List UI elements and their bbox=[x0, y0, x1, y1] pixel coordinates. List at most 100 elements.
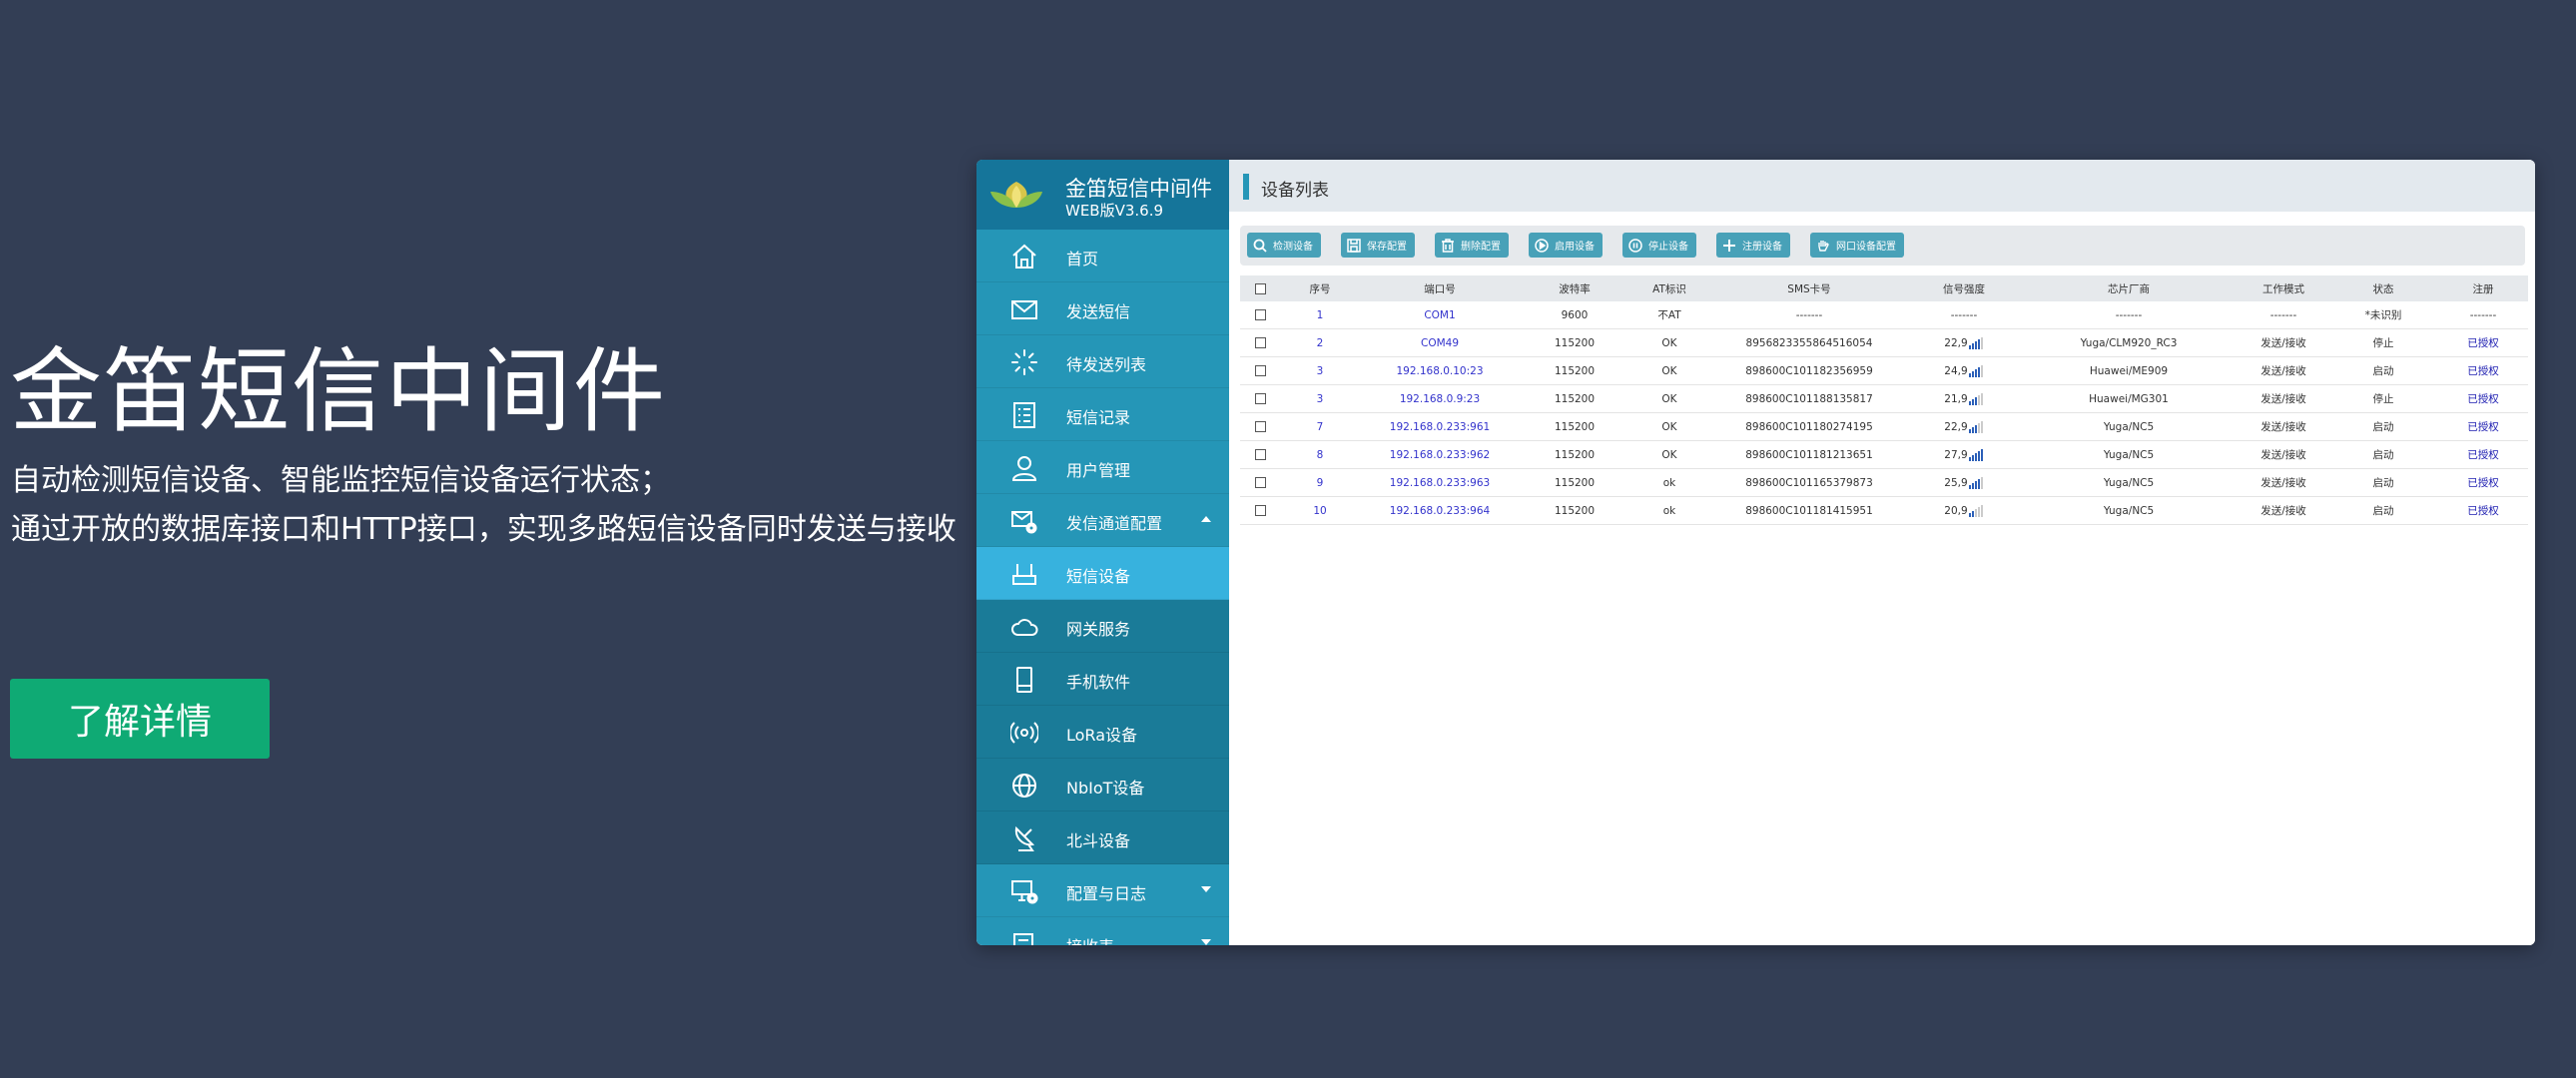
sidebar-menu: 首页 发送短信 待发送列表 短信记录 用户管理 发信通道配置 短信设备 网关服务… bbox=[976, 230, 1229, 945]
table-row[interactable]: 9 192.168.0.233:963 115200 ok 898600C1011653… bbox=[1240, 468, 2528, 497]
baud-cell: 115200 bbox=[1520, 468, 1629, 497]
sms-card-cell: 898600C101181213651 bbox=[1709, 440, 1909, 469]
table-row[interactable]: 2 COM49 115200 OK 8956823355864516054 22,9 Yug… bbox=[1240, 328, 2528, 357]
signal-bars-icon bbox=[1968, 476, 1984, 489]
register-device-button[interactable]: 注册设备 bbox=[1716, 233, 1790, 258]
user-icon bbox=[1011, 456, 1037, 481]
authorized-link[interactable]: 已授权 bbox=[2467, 449, 2499, 461]
table-row[interactable]: 8 192.168.0.233:962 115200 OK 898600C1011812… bbox=[1240, 440, 2528, 469]
authorized-link[interactable]: 已授权 bbox=[2467, 477, 2499, 489]
row-number: 3 bbox=[1280, 384, 1360, 413]
sidebar-item-home[interactable]: 首页 bbox=[976, 230, 1229, 282]
table-row[interactable]: 1 COM1 9600 不AT ------- ------- ------- -------… bbox=[1240, 301, 2528, 329]
baud-cell: 9600 bbox=[1520, 301, 1629, 329]
port-cell[interactable]: COM1 bbox=[1360, 301, 1520, 329]
sidebar-item-mobile-software[interactable]: 手机软件 bbox=[976, 653, 1229, 706]
sidebar-item-gateway-service[interactable]: 网关服务 bbox=[976, 600, 1229, 653]
sidebar-item-pending-list[interactable]: 待发送列表 bbox=[976, 335, 1229, 388]
sidebar-item-user-management[interactable]: 用户管理 bbox=[976, 441, 1229, 494]
sidebar-item-receive-table[interactable]: 接收表 bbox=[976, 917, 1229, 945]
at-cell: OK bbox=[1629, 384, 1709, 413]
register-cell: 已授权 bbox=[2438, 468, 2528, 497]
toolbar: 检测设备 保存配置 删除配置 启用设备 停止设备 注册设备 网口设备配置 bbox=[1240, 226, 2525, 266]
title-accent bbox=[1243, 174, 1249, 200]
authorized-link[interactable]: 已授权 bbox=[2467, 337, 2499, 349]
table-row[interactable]: 10 192.168.0.233:964 115200 ok 898600C101181… bbox=[1240, 496, 2528, 525]
at-cell: ok bbox=[1629, 468, 1709, 497]
chevron-down-icon bbox=[1201, 939, 1211, 945]
column-header: SMS卡号 bbox=[1709, 275, 1909, 301]
row-checkbox[interactable] bbox=[1240, 384, 1280, 413]
hero-title: 金笛短信中间件 bbox=[10, 338, 668, 445]
learn-more-button[interactable]: 了解详情 bbox=[10, 679, 270, 759]
at-cell: OK bbox=[1629, 440, 1709, 469]
port-cell[interactable]: 192.168.0.10:23 bbox=[1360, 356, 1520, 385]
signal-cell: 25,9 bbox=[1909, 468, 2019, 497]
row-checkbox[interactable] bbox=[1240, 356, 1280, 385]
sidebar-item-channel-config[interactable]: 发信通道配置 bbox=[976, 494, 1229, 547]
stop-device-button[interactable]: 停止设备 bbox=[1622, 233, 1696, 258]
sidebar-item-sms-records[interactable]: 短信记录 bbox=[976, 388, 1229, 441]
sidebar-item-label: 发信通道配置 bbox=[1066, 514, 1163, 533]
table-row[interactable]: 7 192.168.0.233:961 115200 OK 898600C1011802… bbox=[1240, 412, 2528, 441]
signal-value: 24,9 bbox=[1944, 364, 1968, 377]
signal-value: 25,9 bbox=[1944, 476, 1968, 489]
column-header: 状态 bbox=[2328, 275, 2438, 301]
mode-cell: 发送/接收 bbox=[2239, 440, 2328, 469]
port-cell[interactable]: COM49 bbox=[1360, 328, 1520, 357]
delete-config-button[interactable]: 删除配置 bbox=[1435, 233, 1509, 258]
globe-icon bbox=[1012, 774, 1036, 798]
signal-icon bbox=[1010, 722, 1038, 744]
column-header: AT标识 bbox=[1629, 275, 1709, 301]
signal-bars-icon bbox=[1968, 364, 1984, 377]
table-row[interactable]: 3 192.168.0.10:23 115200 OK 898600C101182356… bbox=[1240, 356, 2528, 385]
save-config-button[interactable]: 保存配置 bbox=[1341, 233, 1415, 258]
row-checkbox[interactable] bbox=[1240, 301, 1280, 329]
signal-value: 22,9 bbox=[1944, 336, 1968, 349]
enable-device-button[interactable]: 启用设备 bbox=[1529, 233, 1603, 258]
port-cell[interactable]: 192.168.0.9:23 bbox=[1360, 384, 1520, 413]
sidebar-item-beidou-devices[interactable]: 北斗设备 bbox=[976, 811, 1229, 864]
home-icon bbox=[1012, 244, 1036, 269]
sidebar-item-send-sms[interactable]: 发送短信 bbox=[976, 282, 1229, 335]
port-cell[interactable]: 192.168.0.233:963 bbox=[1360, 468, 1520, 497]
authorized-link[interactable]: 已授权 bbox=[2467, 365, 2499, 377]
baud-cell: 115200 bbox=[1520, 440, 1629, 469]
brand-header: 金笛短信中间件 WEB版V3.6.9 bbox=[976, 160, 1229, 230]
select-all-checkbox[interactable] bbox=[1240, 275, 1280, 301]
sidebar-item-nbiot-devices[interactable]: NbIoT设备 bbox=[976, 759, 1229, 811]
button-label: 删除配置 bbox=[1461, 242, 1501, 253]
table-row[interactable]: 3 192.168.0.9:23 115200 OK 898600C1011881358… bbox=[1240, 384, 2528, 413]
button-label: 检测设备 bbox=[1273, 242, 1313, 253]
sidebar-item-sms-devices[interactable]: 短信设备 bbox=[976, 547, 1229, 600]
row-checkbox[interactable] bbox=[1240, 412, 1280, 441]
port-cell[interactable]: 192.168.0.233:962 bbox=[1360, 440, 1520, 469]
vendor-cell: Yuga/CLM920_RC3 bbox=[2019, 328, 2239, 357]
port-cell[interactable]: 192.168.0.233:961 bbox=[1360, 412, 1520, 441]
sidebar: 金笛短信中间件 WEB版V3.6.9 首页 发送短信 待发送列表 短信记录 用户… bbox=[976, 160, 1229, 945]
detect-devices-button[interactable]: 检测设备 bbox=[1247, 233, 1321, 258]
sidebar-item-lora-devices[interactable]: LoRa设备 bbox=[976, 706, 1229, 759]
authorized-link[interactable]: 已授权 bbox=[2467, 421, 2499, 433]
authorized-link[interactable]: 已授权 bbox=[2467, 393, 2499, 405]
modem-icon bbox=[1012, 564, 1036, 585]
row-checkbox[interactable] bbox=[1240, 440, 1280, 469]
row-number: 10 bbox=[1280, 496, 1360, 525]
port-cell[interactable]: 192.168.0.233:964 bbox=[1360, 496, 1520, 525]
column-header: 波特率 bbox=[1520, 275, 1629, 301]
network-device-config-button[interactable]: 网口设备配置 bbox=[1810, 233, 1904, 258]
search-icon bbox=[1253, 239, 1267, 253]
authorized-link[interactable]: 已授权 bbox=[2467, 505, 2499, 517]
signal-cell: 20,9 bbox=[1909, 496, 2019, 525]
mode-cell: 发送/接收 bbox=[2239, 468, 2328, 497]
row-checkbox[interactable] bbox=[1240, 468, 1280, 497]
signal-cell: 24,9 bbox=[1909, 356, 2019, 385]
row-checkbox[interactable] bbox=[1240, 496, 1280, 525]
row-checkbox[interactable] bbox=[1240, 328, 1280, 357]
sidebar-item-config-log[interactable]: 配置与日志 bbox=[976, 864, 1229, 917]
envelope-icon bbox=[1011, 300, 1037, 319]
signal-bars-icon bbox=[1968, 448, 1984, 461]
at-cell: OK bbox=[1629, 356, 1709, 385]
sidebar-item-label: 发送短信 bbox=[1066, 302, 1131, 321]
signal-value: 27,9 bbox=[1944, 448, 1968, 461]
